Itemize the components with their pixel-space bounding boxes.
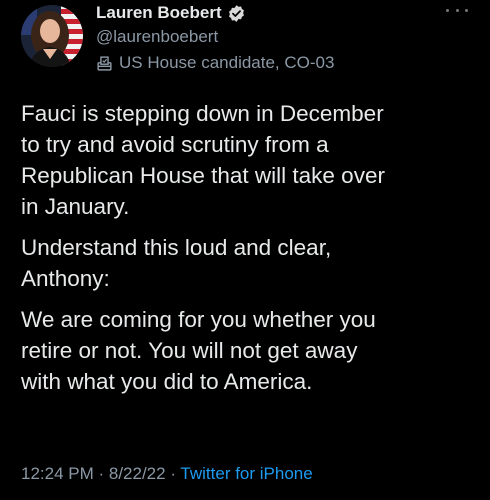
meta-separator: · [93,464,109,483]
display-name[interactable]: Lauren Boebert [96,2,222,24]
tweet-time[interactable]: 12:24 PM [21,464,94,483]
avatar[interactable] [21,5,83,67]
more-dot-icon [465,8,468,12]
verified-badge-icon [227,4,246,23]
account-label: US House candidate, CO-03 [96,53,426,73]
name-row: Lauren Boebert [96,2,426,24]
tweet-source-link[interactable]: Twitter for iPhone [180,464,312,483]
handle[interactable]: @laurenboebert [96,26,426,48]
meta-separator: · [165,464,181,483]
tweet: Lauren Boebert @laurenboebert US House c… [0,0,490,500]
tweet-paragraph: We are coming for you whether you retire… [21,307,376,394]
tweet-header: Lauren Boebert @laurenboebert US House c… [96,2,426,73]
more-options-button[interactable] [446,4,468,16]
tweet-paragraph: Fauci is stepping down in December to tr… [21,101,385,219]
tweet-meta: 12:24 PM · 8/22/22 · Twitter for iPhone [21,462,313,486]
tweet-text: Fauci is stepping down in December to tr… [21,98,481,407]
tweet-date[interactable]: 8/22/22 [109,464,166,483]
avatar-image [21,5,83,67]
ballot-box-icon [96,55,113,72]
more-dot-icon [446,8,449,12]
account-label-text: US House candidate, CO-03 [119,53,335,72]
more-dot-icon [455,8,459,12]
tweet-paragraph: Understand this loud and clear, Anthony: [21,235,332,291]
